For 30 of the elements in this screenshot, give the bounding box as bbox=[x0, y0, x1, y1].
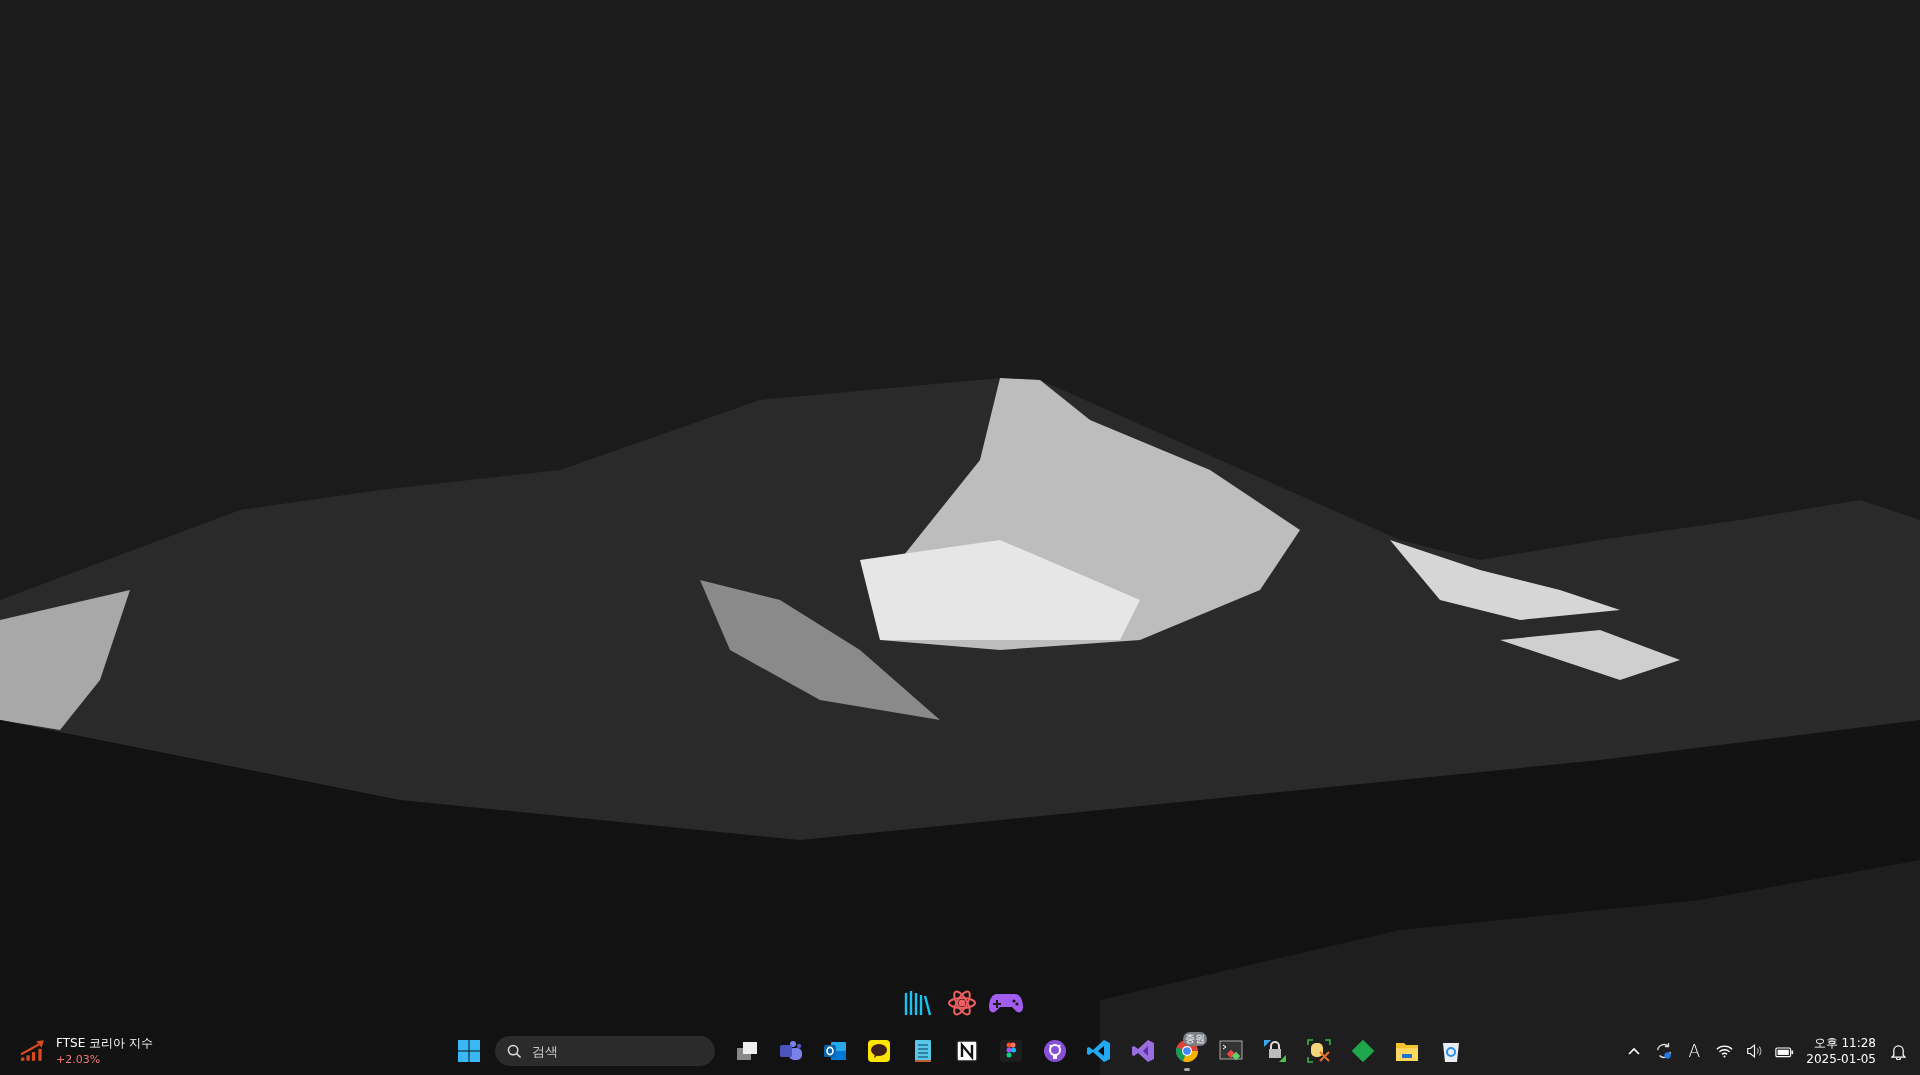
terminal-icon bbox=[1219, 1039, 1243, 1063]
notebook-icon bbox=[955, 1039, 979, 1063]
battery-icon bbox=[1774, 1044, 1794, 1058]
ide-icon bbox=[1131, 1039, 1155, 1063]
shapes-icon bbox=[999, 1039, 1023, 1063]
chevron-up-icon bbox=[1628, 1047, 1641, 1055]
profile-badge: 종원 bbox=[1183, 1032, 1207, 1046]
search-field[interactable]: 검색 bbox=[495, 1036, 715, 1066]
widget-title: FTSE 코리아 지수 bbox=[56, 1035, 153, 1052]
running-indicator bbox=[1184, 1068, 1190, 1071]
browser-taskbar-button[interactable]: 종원 bbox=[1167, 1031, 1207, 1071]
chat-icon bbox=[867, 1039, 891, 1063]
code-editor-icon bbox=[1087, 1039, 1111, 1063]
stock-widget[interactable]: FTSE 코리아 지수 +2.03% bbox=[16, 1033, 157, 1069]
speaker-icon bbox=[1745, 1044, 1763, 1058]
atom-icon bbox=[946, 987, 978, 1019]
sync-icon bbox=[1655, 1042, 1674, 1060]
bell-icon bbox=[1890, 1042, 1906, 1060]
widget-change: +2.03% bbox=[56, 1052, 102, 1067]
search-icon bbox=[507, 1044, 522, 1059]
windows-logo-icon bbox=[457, 1039, 481, 1063]
gamepad-icon bbox=[989, 991, 1023, 1015]
lock-icon bbox=[1263, 1039, 1287, 1063]
clock-button[interactable]: 오후 11:28 2025-01-05 bbox=[1800, 1035, 1882, 1067]
people-icon bbox=[779, 1039, 803, 1063]
chart-up-icon bbox=[20, 1038, 46, 1064]
mail-icon bbox=[823, 1039, 847, 1063]
windows-icon bbox=[735, 1039, 759, 1063]
wifi-icon bbox=[1715, 1044, 1733, 1058]
input-indicator[interactable]: A bbox=[1680, 1033, 1709, 1069]
